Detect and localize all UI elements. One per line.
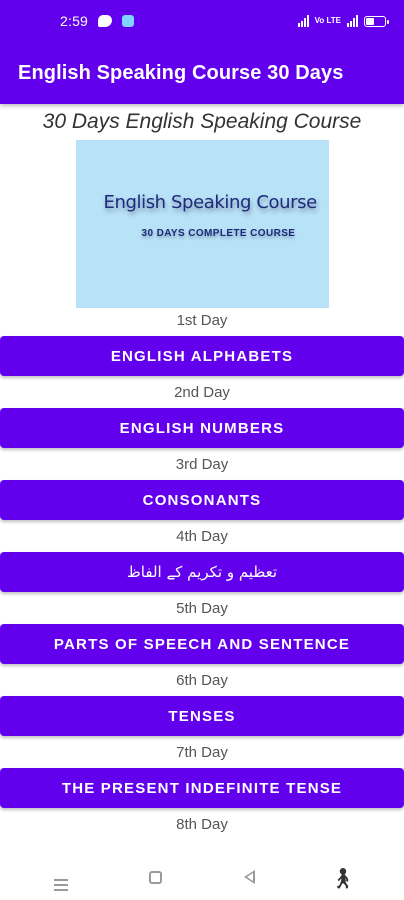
lesson-button-day-7[interactable]: THE PRESENT INDEFINITE TENSE — [0, 768, 404, 808]
day-label: 1st Day — [176, 312, 228, 329]
twitter-icon — [98, 15, 113, 27]
day-label: 2nd Day — [174, 384, 230, 401]
lesson-button-day-2[interactable]: ENGLISH NUMBERS — [0, 408, 404, 448]
course-banner-image: English Speaking Course 30 DAYS COMPLETE… — [75, 140, 329, 308]
day-label: 7th Day — [176, 744, 228, 761]
status-time: 2:59 — [60, 13, 89, 29]
status-left: 2:59 — [60, 13, 135, 29]
app-bar: English Speaking Course 30 Days — [0, 42, 404, 104]
status-right: Vo LTE — [297, 15, 389, 27]
day-label: 8th Day — [176, 816, 228, 833]
page-subtitle: 30 Days English Speaking Course — [42, 110, 362, 133]
lesson-button-day-4[interactable]: تعظیم و تکریم کے الفاظ — [0, 552, 404, 592]
system-nav-bar: 🚶︎ — [0, 856, 404, 900]
lesson-button-day-1[interactable]: ENGLISH ALPHABETS — [0, 336, 404, 376]
network-badge: Vo LTE — [314, 16, 341, 25]
back-triangle-icon[interactable] — [229, 868, 269, 889]
banner-title: English Speaking Course — [103, 192, 318, 213]
lesson-button-day-5[interactable]: PARTS OF SPEECH AND SENTENCE — [0, 624, 404, 664]
lesson-button-day-3[interactable]: CONSONANTS — [0, 480, 404, 520]
lesson-button-day-6[interactable]: TENSES — [0, 696, 404, 736]
app-title: English Speaking Course 30 Days — [18, 61, 344, 84]
day-label: 5th Day — [176, 600, 228, 617]
battery-icon — [364, 15, 389, 27]
status-bar: 2:59 Vo LTE — [0, 0, 404, 42]
banner-subtitle: 30 DAYS COMPLETE COURSE — [141, 228, 296, 239]
menu-icon[interactable] — [41, 865, 81, 891]
lesson-list[interactable]: 30 Days English Speaking Course English … — [0, 104, 404, 856]
home-square-icon[interactable] — [135, 868, 175, 889]
signal-2-icon — [347, 15, 358, 27]
day-label: 3rd Day — [175, 456, 229, 473]
accessibility-icon[interactable]: 🚶︎ — [323, 866, 363, 891]
day-label: 6th Day — [176, 672, 228, 689]
signal-icon — [297, 15, 309, 27]
day-label: 4th Day — [176, 528, 228, 545]
app-notification-icon — [122, 15, 135, 27]
